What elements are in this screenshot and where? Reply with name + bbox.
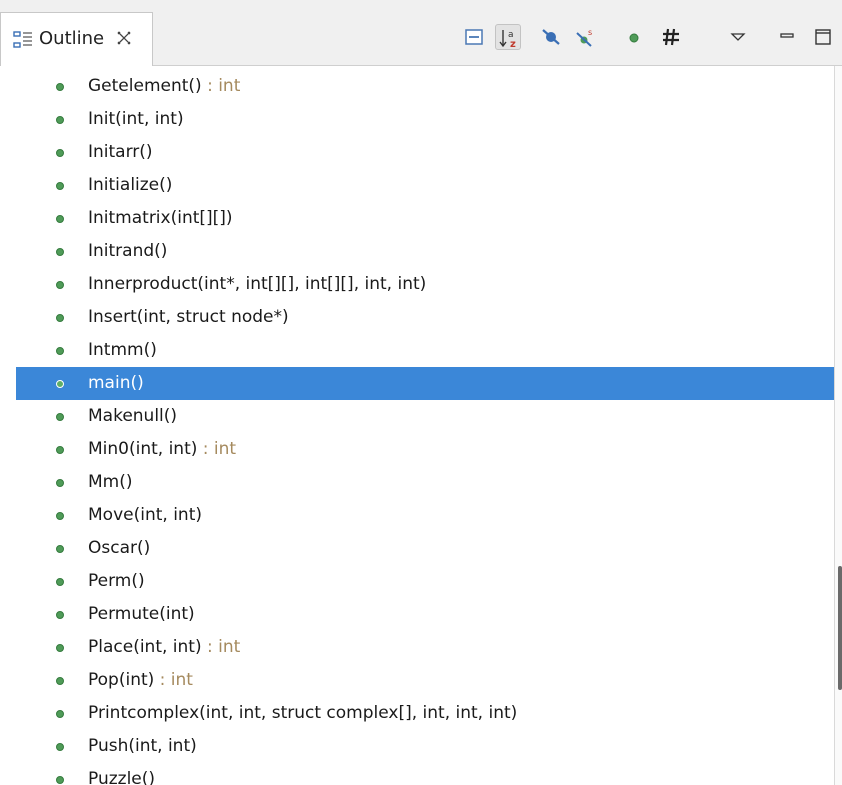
function-icon bbox=[56, 116, 64, 124]
return-type: : int bbox=[197, 439, 237, 459]
hide-fields-icon bbox=[542, 29, 560, 45]
function-icon bbox=[56, 479, 64, 487]
outline-item-label: Move(int, int) bbox=[88, 505, 202, 525]
function-icon bbox=[56, 578, 64, 586]
outline-item[interactable]: Insert(int, struct node*) bbox=[16, 301, 834, 334]
outline-tree[interactable]: Getelement() : int Init(int, int) Initarr(… bbox=[16, 70, 834, 785]
chevron-down-icon bbox=[730, 33, 746, 41]
svg-text:z: z bbox=[510, 39, 516, 49]
outline-tab[interactable]: Outline bbox=[0, 12, 153, 66]
outline-item-label: Permute(int) bbox=[88, 604, 195, 624]
sort-button[interactable]: a z bbox=[495, 24, 521, 50]
outline-item-label: Initialize() bbox=[88, 175, 173, 195]
hide-static-members-button[interactable]: s bbox=[572, 24, 598, 50]
function-icon bbox=[56, 776, 64, 784]
outline-item[interactable]: Initrand() bbox=[16, 235, 834, 268]
collapse-all-icon bbox=[465, 29, 483, 45]
outline-item-label: Min0(int, int) bbox=[88, 439, 198, 459]
outline-item-label: Perm() bbox=[88, 571, 145, 591]
maximize-button[interactable] bbox=[810, 24, 836, 50]
hide-static-icon: s bbox=[576, 28, 592, 47]
outline-view: Outline a z s Getelement(): int Init(in… bbox=[0, 0, 842, 785]
outline-item[interactable]: Place(int, int) : int bbox=[16, 631, 834, 664]
return-type: : int bbox=[154, 670, 193, 690]
outline-item[interactable]: Perm() bbox=[16, 565, 834, 598]
outline-item-label: main() bbox=[88, 373, 144, 393]
outline-item[interactable]: Permute(int) bbox=[16, 598, 834, 631]
outline-item[interactable]: Innerproduct(int*, int[][], int[][], int… bbox=[16, 268, 834, 301]
outline-item-label: Initrand() bbox=[88, 241, 168, 261]
outline-item-label: Initmatrix(int[][]) bbox=[88, 208, 233, 228]
function-icon bbox=[56, 545, 64, 553]
outline-item[interactable]: main() bbox=[16, 367, 834, 400]
minimize-icon bbox=[780, 33, 794, 38]
return-type: : int bbox=[201, 637, 241, 657]
outline-item-label: Puzzle() bbox=[88, 769, 156, 785]
view-menu-button[interactable] bbox=[725, 24, 751, 50]
outline-item[interactable]: Printcomplex(int, int, struct complex[],… bbox=[16, 697, 834, 730]
function-icon bbox=[56, 611, 64, 619]
svg-text:s: s bbox=[588, 28, 592, 37]
function-icon bbox=[56, 644, 64, 652]
function-icon bbox=[56, 182, 64, 190]
outline-item[interactable]: Move(int, int) bbox=[16, 499, 834, 532]
outline-item[interactable]: Min0(int, int) : int bbox=[16, 433, 834, 466]
outline-item-label: Insert(int, struct node*) bbox=[88, 307, 289, 327]
close-icon[interactable] bbox=[115, 29, 133, 47]
outline-item-label: Makenull() bbox=[88, 406, 178, 426]
outline-item-label: Printcomplex(int, int, struct complex[],… bbox=[88, 703, 518, 723]
outline-item[interactable]: Push(int, int) bbox=[16, 730, 834, 763]
outline-item-label: Oscar() bbox=[88, 538, 151, 558]
outline-item-label: Pop(int) bbox=[88, 670, 155, 690]
function-icon bbox=[56, 215, 64, 223]
function-icon bbox=[56, 446, 64, 454]
function-icon bbox=[56, 677, 64, 685]
maximize-icon bbox=[815, 29, 831, 45]
outline-item[interactable]: Initialize() bbox=[16, 169, 834, 202]
view-title-bar: Outline a z s bbox=[0, 0, 842, 66]
outline-item-label: Mm() bbox=[88, 472, 133, 492]
outline-item[interactable]: Initmatrix(int[][]) bbox=[16, 202, 834, 235]
function-icon bbox=[56, 347, 64, 355]
function-icon bbox=[56, 314, 64, 322]
collapse-all-button[interactable] bbox=[461, 24, 487, 50]
function-icon bbox=[56, 248, 64, 256]
outline-item-label: Place(int, int) bbox=[88, 637, 202, 657]
function-icon bbox=[56, 512, 64, 520]
function-icon bbox=[56, 83, 64, 91]
outline-item[interactable]: Puzzle() bbox=[16, 763, 834, 785]
function-icon bbox=[56, 743, 64, 751]
sort-alphabetical-icon: a z bbox=[499, 30, 516, 49]
outline-item[interactable]: Oscar() bbox=[16, 532, 834, 565]
view-title: Outline bbox=[39, 28, 105, 49]
hide-macros-icon bbox=[663, 28, 679, 46]
hide-macros-button[interactable] bbox=[658, 24, 684, 50]
outline-icon bbox=[13, 30, 33, 50]
outline-item[interactable]: Pop(int) : int bbox=[16, 664, 834, 697]
function-icon bbox=[56, 149, 64, 157]
outline-item[interactable]: Makenull() bbox=[16, 400, 834, 433]
function-icon bbox=[56, 413, 64, 421]
hide-fields-button[interactable] bbox=[538, 24, 564, 50]
minimize-button[interactable] bbox=[774, 24, 800, 50]
scrollbar-thumb[interactable] bbox=[838, 566, 842, 690]
outline-item-label: Getelement() bbox=[88, 76, 202, 96]
hide-non-public-button[interactable] bbox=[621, 24, 647, 50]
function-icon bbox=[56, 710, 64, 718]
outline-item-label: Push(int, int) bbox=[88, 736, 197, 756]
outline-item-label: Innerproduct(int*, int[][], int[][], int… bbox=[88, 274, 427, 294]
hide-non-public-icon bbox=[629, 33, 639, 43]
function-icon bbox=[56, 281, 64, 289]
outline-item[interactable]: Getelement() : int bbox=[16, 70, 834, 103]
outline-item[interactable]: Mm() bbox=[16, 466, 834, 499]
function-icon bbox=[56, 380, 64, 388]
outline-item[interactable]: Intmm() bbox=[16, 334, 834, 367]
outline-item-label: Initarr() bbox=[88, 142, 153, 162]
outline-item-label: Init(int, int) bbox=[88, 109, 184, 129]
outline-item-label: Intmm() bbox=[88, 340, 157, 360]
outline-item[interactable]: Initarr() bbox=[16, 136, 834, 169]
return-type: : int bbox=[201, 76, 241, 96]
outline-item[interactable]: Init(int, int) bbox=[16, 103, 834, 136]
